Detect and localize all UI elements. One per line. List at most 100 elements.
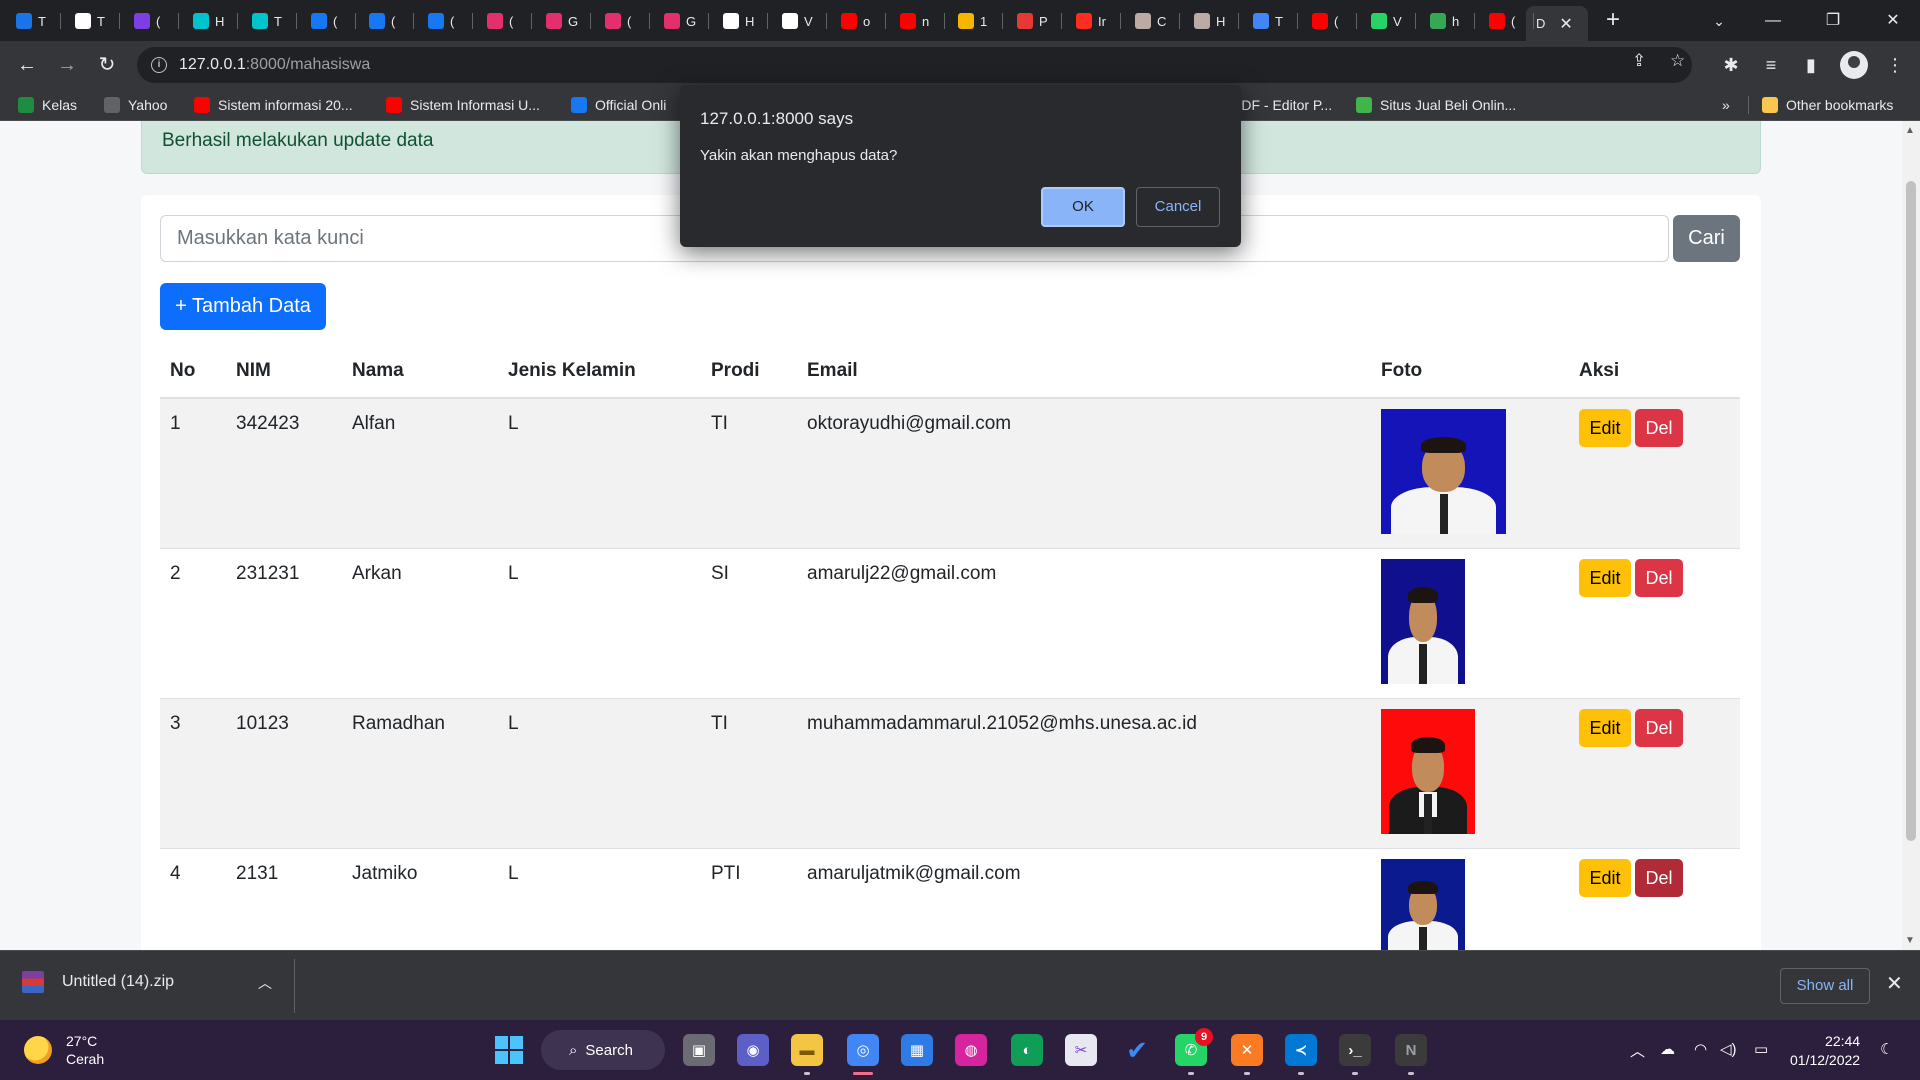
bookmarks-overflow-button[interactable]: »	[1722, 95, 1730, 115]
battery-icon[interactable]: ▭	[1754, 1040, 1768, 1058]
terminal-icon[interactable]: ›_	[1339, 1034, 1371, 1075]
taskbar-search[interactable]: ⌕ Search	[541, 1030, 665, 1070]
download-item[interactable]: Untitled (14).zip	[22, 971, 174, 993]
edit-button[interactable]: Edit	[1579, 409, 1631, 447]
minimize-button[interactable]: —	[1750, 6, 1796, 36]
bookmark-item[interactable]: Situs Jual Beli Onlin...	[1356, 95, 1516, 115]
whatsapp-app-icon[interactable]: ✆ 9	[1175, 1028, 1213, 1075]
vscode-icon[interactable]: ≺	[1285, 1034, 1317, 1075]
xampp-icon[interactable]: ✕	[1231, 1034, 1263, 1075]
instagram-app-icon[interactable]: ◍	[955, 1034, 987, 1066]
browser-tab[interactable]: T	[242, 8, 294, 34]
browser-tab[interactable]: P	[1007, 8, 1059, 34]
reload-button[interactable]: ↻	[92, 50, 122, 80]
delete-button[interactable]: Del	[1635, 709, 1683, 747]
bookmark-item[interactable]: Official Onli	[571, 95, 666, 115]
browser-tab[interactable]: (	[1479, 8, 1531, 34]
weather-widget[interactable]: 27°C Cerah	[24, 1032, 104, 1068]
tray-chevron-icon[interactable]: ︿	[1630, 1040, 1645, 1061]
browser-tab[interactable]: (	[477, 8, 529, 34]
active-tab[interactable]: D ✕	[1526, 6, 1588, 41]
browser-tab[interactable]: G	[536, 8, 588, 34]
browser-tab[interactable]: (	[1302, 8, 1354, 34]
search-button[interactable]: Cari	[1673, 215, 1740, 262]
chrome-icon[interactable]: ◎	[847, 1034, 879, 1075]
browser-tab[interactable]: G	[654, 8, 706, 34]
delete-button[interactable]: Del	[1635, 859, 1683, 897]
new-tab-button[interactable]: +	[1600, 8, 1626, 34]
wifi-icon[interactable]: ◠	[1694, 1040, 1707, 1058]
snipping-tool-icon[interactable]: ✂	[1065, 1034, 1097, 1066]
delete-button[interactable]: Del	[1635, 559, 1683, 597]
task-view-icon[interactable]: ▣	[683, 1034, 715, 1066]
profile-avatar[interactable]	[1840, 51, 1868, 79]
bookmark-item[interactable]: Sistem Informasi U...	[386, 95, 540, 115]
edit-button[interactable]: Edit	[1579, 709, 1631, 747]
address-bar[interactable]: i 127.0.0.1:8000/mahasiswa	[137, 47, 1692, 83]
browser-tab[interactable]: o	[831, 8, 883, 34]
show-all-button[interactable]: Show all	[1780, 968, 1870, 1004]
tab-label: G	[568, 13, 579, 29]
edit-button[interactable]: Edit	[1579, 859, 1631, 897]
other-bookmarks[interactable]: Other bookmarks	[1762, 95, 1893, 115]
browser-tab[interactable]: n	[890, 8, 942, 34]
side-panel-icon[interactable]: ▮	[1796, 50, 1826, 80]
browser-tab[interactable]: (	[301, 8, 353, 34]
onedrive-icon[interactable]: ☁	[1660, 1040, 1675, 1058]
edit-button[interactable]: Edit	[1579, 559, 1631, 597]
bookmark-item[interactable]: Kelas	[18, 95, 77, 115]
scroll-down-icon[interactable]: ▼	[1905, 935, 1915, 946]
dialog-ok-button[interactable]: OK	[1041, 187, 1125, 227]
scrollbar-thumb[interactable]	[1906, 181, 1916, 841]
bookmark-star-icon[interactable]: ☆	[1670, 51, 1685, 71]
browser-tab[interactable]: (	[595, 8, 647, 34]
extensions-icon[interactable]: ✱	[1716, 50, 1746, 80]
close-tab-icon[interactable]: ✕	[1559, 14, 1572, 34]
close-downloads-icon[interactable]: ✕	[1886, 971, 1903, 996]
browser-tab[interactable]: H	[1184, 8, 1236, 34]
edge-icon[interactable]: ◐	[1011, 1034, 1043, 1066]
site-info-icon[interactable]: i	[151, 57, 167, 73]
file-explorer-icon[interactable]: ▬	[791, 1034, 823, 1075]
browser-tab[interactable]: 1	[948, 8, 1000, 34]
page-scrollbar[interactable]: ▲ ▼	[1902, 121, 1920, 950]
menu-icon[interactable]: ⋮	[1880, 50, 1910, 80]
system-clock[interactable]: 22:44 01/12/2022	[1790, 1032, 1860, 1070]
tab-search-icon[interactable]: ⌄	[1696, 6, 1742, 36]
start-button[interactable]	[493, 1034, 525, 1066]
delete-button[interactable]: Del	[1635, 409, 1683, 447]
store-icon[interactable]: ▦	[901, 1034, 933, 1066]
scroll-up-icon[interactable]: ▲	[1905, 125, 1915, 136]
media-control-icon[interactable]: ≡	[1756, 50, 1786, 80]
browser-tab[interactable]: V	[1361, 8, 1413, 34]
do-not-disturb-icon[interactable]: ☾	[1880, 1040, 1893, 1058]
back-button[interactable]: ←	[12, 50, 42, 80]
restore-button[interactable]: ❐	[1810, 6, 1856, 36]
bookmark-item[interactable]: Sistem informasi 20...	[194, 95, 353, 115]
browser-tab[interactable]: V	[772, 8, 824, 34]
chevron-up-icon[interactable]: ︿	[258, 973, 272, 993]
browser-tab[interactable]: C	[1125, 8, 1177, 34]
browser-tab[interactable]: T	[1243, 8, 1295, 34]
volume-icon[interactable]: ◁)	[1720, 1040, 1737, 1058]
browser-tab[interactable]: (	[418, 8, 470, 34]
share-icon[interactable]: ⇪	[1632, 51, 1646, 71]
browser-tab[interactable]: Ir	[1066, 8, 1118, 34]
notion-app-icon[interactable]: N	[1395, 1034, 1427, 1075]
dialog-cancel-button[interactable]: Cancel	[1136, 187, 1220, 227]
bookmark-item[interactable]: Yahoo	[104, 95, 167, 115]
todo-icon[interactable]: ✔	[1121, 1034, 1153, 1066]
browser-tab[interactable]: T	[6, 8, 58, 34]
browser-tab[interactable]: (	[124, 8, 176, 34]
browser-tab[interactable]: H	[183, 8, 235, 34]
bookmark-label: Yahoo	[128, 97, 168, 113]
browser-tab[interactable]: (	[359, 8, 411, 34]
browser-tab[interactable]: h	[1420, 8, 1472, 34]
browser-tab[interactable]: T	[65, 8, 117, 34]
add-data-button[interactable]: + Tambah Data	[160, 283, 326, 330]
forward-button[interactable]: →	[52, 50, 82, 80]
teams-chat-icon[interactable]: ◉	[737, 1034, 769, 1066]
close-window-button[interactable]: ✕	[1870, 6, 1916, 36]
tab-label: 1	[980, 13, 988, 29]
browser-tab[interactable]: H	[713, 8, 765, 34]
